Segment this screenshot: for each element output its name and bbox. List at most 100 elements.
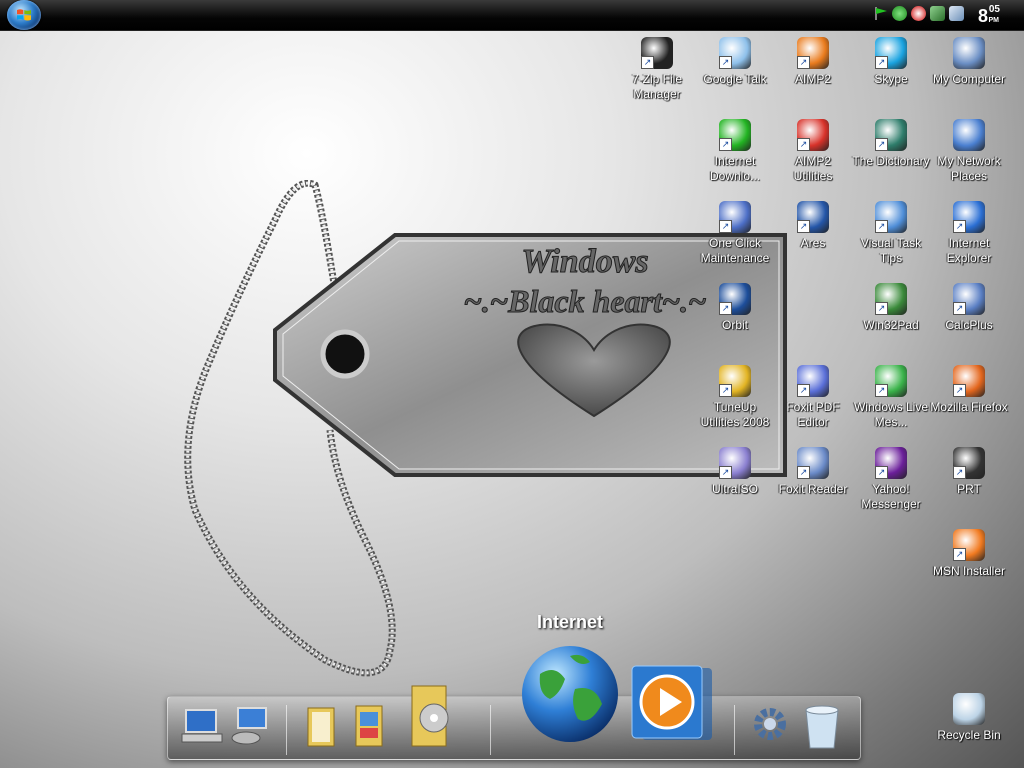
- system-tray: [873, 6, 964, 24]
- orbit-icon: ↗: [719, 283, 751, 315]
- internet-download-manager-icon: ↗: [719, 119, 751, 151]
- shortcut-arrow-icon: ↗: [719, 220, 732, 233]
- desktop-icon-label: Foxit Reader: [778, 482, 848, 496]
- dock-internet-globe-icon[interactable]: [520, 644, 620, 749]
- desktop-icon[interactable]: ↗ PRT: [930, 447, 1008, 497]
- dock-settings-gear-icon[interactable]: [750, 704, 794, 753]
- start-button[interactable]: [7, 0, 41, 30]
- dock-separator: [734, 705, 735, 755]
- desktop-icon[interactable]: ↗ Internet Downlo...: [696, 119, 774, 184]
- one-click-maintenance-icon: ↗: [719, 201, 751, 233]
- desktop-icon-label: Ares: [800, 236, 826, 250]
- tag-title: Windows: [521, 243, 648, 280]
- dock-documents-folder-icon[interactable]: [304, 704, 340, 755]
- desktop-icon[interactable]: Recycle Bin: [930, 693, 1008, 743]
- shortcut-arrow-icon: ↗: [719, 384, 732, 397]
- firefox-icon: ↗: [953, 365, 985, 397]
- shortcut-arrow-icon: ↗: [875, 220, 888, 233]
- desktop-icon[interactable]: ↗ Win32Pad: [852, 283, 930, 333]
- dock-hover-label: Internet: [536, 612, 603, 632]
- update-tray-icon[interactable]: [892, 6, 907, 21]
- dock-separator: [286, 705, 287, 755]
- desktop-icon[interactable]: ↗ Visual Task Tips: [852, 201, 930, 266]
- desktop-icon[interactable]: ↗ UltraISO: [696, 447, 774, 497]
- dock-media-player-icon[interactable]: [628, 664, 716, 749]
- aimp2-utilities-icon: ↗: [797, 119, 829, 151]
- desktop-icon-label: Orbit: [721, 318, 748, 332]
- windows-logo-icon: [17, 9, 31, 21]
- desktop-icon-label: Internet Explorer: [946, 236, 992, 265]
- desktop-icon-label: AIMP2: [794, 72, 831, 86]
- dock-computer-icon[interactable]: [180, 706, 224, 751]
- network-tray-icon[interactable]: [930, 6, 945, 21]
- desktop-icon[interactable]: ↗ AIMP2: [774, 37, 852, 87]
- desktop-icon[interactable]: My Network Places: [930, 119, 1008, 184]
- shortcut-arrow-icon: ↗: [953, 548, 966, 561]
- desktop-icon[interactable]: ↗ The Dictionary: [852, 119, 930, 169]
- visual-task-tips-icon: ↗: [875, 201, 907, 233]
- desktop-icon[interactable]: ↗ AIMP2 Utilities: [774, 119, 852, 184]
- shortcut-arrow-icon: ↗: [953, 220, 966, 233]
- desktop-icon-label: Internet Downlo...: [709, 154, 761, 183]
- dock-separator: [490, 705, 491, 755]
- desktop-icon[interactable]: ↗ Internet Explorer: [930, 201, 1008, 266]
- shortcut-arrow-icon: ↗: [719, 56, 732, 69]
- clock-hour: 8: [977, 6, 988, 26]
- clock-ampm: PM: [988, 17, 1000, 24]
- desktop-icon[interactable]: ↗ Mozilla Firefox: [930, 365, 1008, 415]
- desktop-icon[interactable]: ↗ Foxit PDF Editor: [774, 365, 852, 430]
- 7zip-icon: ↗: [641, 37, 673, 69]
- desktop-icon-label: 7-Zip File Manager: [631, 72, 682, 101]
- desktop-icon[interactable]: ↗ Skype: [852, 37, 930, 87]
- calcplus-icon: ↗: [953, 283, 985, 315]
- my-computer-icon: [953, 37, 985, 69]
- win32pad-icon: ↗: [875, 283, 907, 315]
- ultraiso-icon: ↗: [719, 447, 751, 479]
- desktop-icon-label: AIMP2 Utilities: [793, 154, 833, 183]
- dictionary-icon: ↗: [875, 119, 907, 151]
- prt-icon: ↗: [953, 447, 985, 479]
- shortcut-arrow-icon: ↗: [875, 302, 888, 315]
- desktop-icon[interactable]: ↗ Foxit Reader: [774, 447, 852, 497]
- dock-music-folder-icon[interactable]: [406, 682, 454, 755]
- desktop-icon[interactable]: ↗ TuneUp Utilities 2008: [696, 365, 774, 430]
- desktop-icon[interactable]: ↗ Windows Live Mes...: [852, 365, 930, 430]
- desktop-icon[interactable]: ↗ Orbit: [696, 283, 774, 333]
- dock-recycle-bin-icon[interactable]: [800, 702, 844, 755]
- network-places-icon: [953, 119, 985, 151]
- desktop-icon-label: The Dictionary: [852, 154, 930, 168]
- desktop-icon-label: Google Talk: [703, 72, 767, 86]
- desktop-icon-label: Mozilla Firefox: [930, 400, 1008, 414]
- desktop-icon[interactable]: ↗ CalcPlus: [930, 283, 1008, 333]
- desktop-icon-label: My Computer: [932, 72, 1006, 86]
- ares-icon: ↗: [797, 201, 829, 233]
- green-flag-tray-icon[interactable]: [873, 6, 888, 21]
- desktop-icon[interactable]: ↗ Yahoo! Messenger: [852, 447, 930, 512]
- dock-network-icon[interactable]: [228, 706, 272, 751]
- foxit-reader-icon: ↗: [797, 447, 829, 479]
- desktop-icon[interactable]: ↗ One Click Maintenance: [696, 201, 774, 266]
- dock-pictures-folder-icon[interactable]: [352, 702, 388, 755]
- skype-icon: ↗: [875, 37, 907, 69]
- internet-explorer-icon: ↗: [953, 201, 985, 233]
- tuneup-icon: ↗: [719, 365, 751, 397]
- desktop-icon[interactable]: ↗ Ares: [774, 201, 852, 251]
- desktop-icon-label: TuneUp Utilities 2008: [700, 400, 770, 429]
- security-tray-icon[interactable]: [911, 6, 926, 21]
- desktop-icon-label: Foxit PDF Editor: [786, 400, 840, 429]
- shortcut-arrow-icon: ↗: [797, 384, 810, 397]
- aimp2-icon: ↗: [797, 37, 829, 69]
- volume-tray-icon[interactable]: [949, 6, 964, 21]
- shortcut-arrow-icon: ↗: [719, 302, 732, 315]
- desktop-icon[interactable]: ↗ 7-Zip File Manager: [618, 37, 696, 102]
- desktop-icon[interactable]: ↗ Google Talk: [696, 37, 774, 87]
- desktop-icon[interactable]: ↗ MSN Installer: [930, 529, 1008, 579]
- google-talk-icon: ↗: [719, 37, 751, 69]
- shortcut-arrow-icon: ↗: [797, 220, 810, 233]
- desktop-icon-label: Recycle Bin: [937, 728, 1001, 742]
- desktop-icon-label: UltraISO: [711, 482, 758, 496]
- shortcut-arrow-icon: ↗: [719, 466, 732, 479]
- windows-live-messenger-icon: ↗: [875, 365, 907, 397]
- desktop-icon[interactable]: My Computer: [930, 37, 1008, 87]
- foxit-pdf-editor-icon: ↗: [797, 365, 829, 397]
